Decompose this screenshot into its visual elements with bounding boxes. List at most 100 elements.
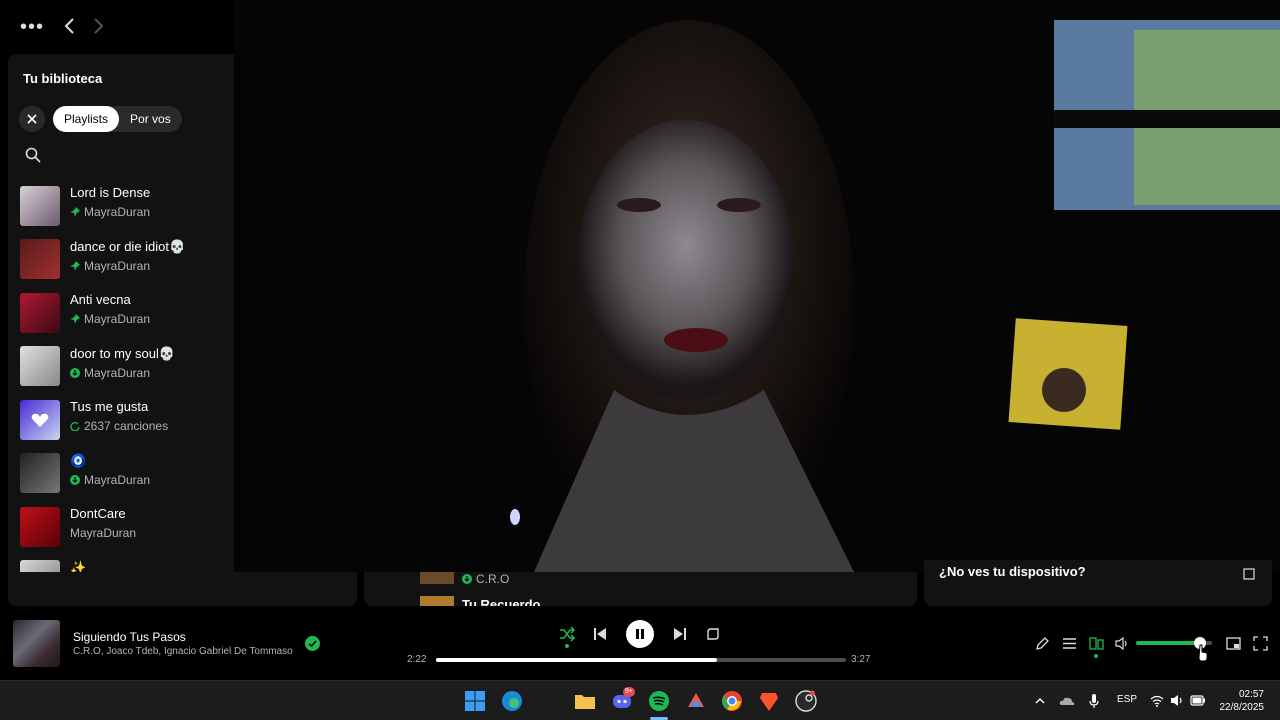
filter-chip-playlists[interactable]: Playlists (53, 106, 120, 132)
library-item-title: Tus me gusta (70, 399, 149, 414)
next-track-icon[interactable] (672, 626, 688, 642)
heart-icon (20, 399, 60, 440)
system-clock[interactable]: 02:57 22/8/2025 (1214, 688, 1265, 714)
library-item-text: DontCare MayraDuran (70, 506, 136, 541)
file-explorer-icon[interactable] (574, 690, 596, 712)
playlist-cover (20, 346, 60, 386)
repeat-icon[interactable] (705, 626, 721, 642)
now-playing-cover[interactable] (13, 620, 60, 667)
windows-taskbar: 9+ ESP 02:57 22/8/2025 (0, 680, 1280, 720)
chrome-icon[interactable] (721, 690, 743, 712)
queue-panel: C.R.O Tu Recuerdo (364, 572, 917, 606)
back-arrow-icon[interactable] (62, 15, 78, 37)
battery-icon[interactable] (1190, 695, 1206, 706)
edit-pencil-icon[interactable] (1035, 636, 1050, 651)
more-options-icon[interactable]: ••• (20, 17, 44, 37)
language-indicator[interactable]: ESP (1117, 694, 1137, 705)
pause-button[interactable] (626, 620, 654, 648)
filter-chip-por-vos[interactable]: Por vos (119, 106, 182, 132)
library-item-subtitle: MayraDuran (70, 525, 136, 541)
windows-start-icon[interactable] (464, 690, 486, 712)
duration-time: 3:27 (851, 654, 871, 665)
playlist-cover (20, 239, 60, 279)
device-missing-text[interactable]: ¿No ves tu dispositivo? (939, 564, 1086, 579)
speaker-icon[interactable] (1170, 694, 1184, 707)
playlist-cover (20, 185, 60, 226)
spotify-icon[interactable] (648, 690, 670, 712)
playlist-cover (20, 292, 60, 333)
sync-icon (70, 422, 80, 431)
library-title: Tu biblioteca (23, 71, 103, 86)
microphone-icon[interactable] (1088, 693, 1100, 709)
queue-icon[interactable] (1062, 636, 1077, 651)
now-playing-title[interactable]: Siguiendo Tus Pasos (73, 630, 186, 644)
saved-check-icon[interactable] (305, 636, 320, 651)
library-item-owner: MayraDuran (84, 205, 151, 219)
library-item-owner: MayraDuran (84, 365, 151, 380)
volume-icon[interactable] (1115, 636, 1130, 651)
download-icon (70, 367, 80, 378)
steam-icon[interactable] (795, 690, 817, 712)
playlist-cover (20, 399, 60, 440)
playback-progress-fill (436, 658, 718, 662)
library-item[interactable]: dance or die idiot💀 MayraDuran (8, 233, 234, 287)
video-canvas (234, 0, 1280, 572)
library-item-subtitle: MayraDuran (70, 258, 185, 274)
clock-date: 22/8/2025 (1219, 702, 1265, 713)
external-link-icon[interactable] (1243, 568, 1255, 580)
library-item[interactable]: DontCare MayraDuran (8, 500, 234, 554)
discord-badge: 9+ (623, 687, 635, 697)
top-nav: ••• (0, 0, 234, 54)
library-panel: Tu biblioteca Playlists Por vos Lord is … (8, 54, 234, 606)
library-list: Lord is Dense MayraDuran dance or die idio… (8, 179, 234, 606)
pin-icon (70, 260, 80, 271)
library-item-owner: MayraDuran (84, 312, 151, 326)
pin-icon (70, 314, 80, 324)
library-item-title: 🧿 (70, 452, 87, 468)
edge-browser-icon[interactable] (501, 690, 523, 712)
library-item-subtitle: MayraDuran (70, 204, 150, 220)
playback-progress-bar[interactable] (436, 658, 846, 662)
volume-fill (1136, 641, 1200, 645)
library-item[interactable]: Lord is Dense MayraDuran (8, 179, 234, 233)
filter-chips: Playlists Por vos (53, 106, 182, 132)
queue-next-title[interactable]: Tu Recuerdo (462, 597, 541, 606)
library-item-owner: MayraDuran (70, 526, 137, 540)
elapsed-time: 2:22 (407, 654, 427, 665)
library-item-text: Tus me gusta 2637 canciones (70, 399, 168, 434)
library-item-subtitle: MayraDuran (70, 472, 150, 488)
library-item[interactable]: 🧿 MayraDuran (8, 447, 234, 501)
now-playing-artists[interactable]: C.R.O, Joaco Tdeb, Ignacio Gabriel De To… (73, 646, 293, 657)
library-item-text: Anti vecna MayraDuran (70, 292, 150, 327)
connect-device-icon[interactable] (1089, 636, 1104, 651)
app-icon-red[interactable] (685, 690, 707, 712)
library-item[interactable]: Tus me gusta 2637 canciones (8, 393, 234, 447)
library-item[interactable]: Anti vecna MayraDuran (8, 286, 234, 340)
download-icon (462, 574, 472, 584)
connect-active-dot (1094, 654, 1098, 658)
chevron-up-icon[interactable] (1034, 695, 1046, 707)
forward-arrow-icon[interactable] (90, 15, 106, 37)
library-item-title: door to my soul💀 (70, 345, 176, 361)
previous-track-icon[interactable] (592, 626, 608, 642)
player-bar: Siguiendo Tus Pasos C.R.O, Joaco Tdeb, I… (0, 606, 1280, 680)
fullscreen-icon[interactable] (1253, 636, 1268, 651)
pin-icon (70, 207, 80, 217)
library-item-subtitle: MayraDuran (70, 311, 150, 327)
onedrive-icon[interactable] (1059, 694, 1075, 708)
queue-artist-line: C.R.O (462, 572, 509, 586)
library-panel-bottom (8, 572, 357, 606)
shuffle-icon[interactable] (558, 625, 576, 643)
device-panel: ¿No ves tu dispositivo? (924, 560, 1272, 606)
library-item-title: dance or die idiot💀 (70, 238, 186, 254)
library-item[interactable]: door to my soul💀 MayraDuran (8, 340, 234, 394)
queue-thumb (420, 572, 454, 584)
library-item-text: dance or die idiot💀 MayraDuran (70, 239, 185, 274)
miniplayer-icon[interactable] (1226, 636, 1241, 651)
clear-filter-button[interactable] (19, 106, 45, 132)
download-icon (70, 474, 80, 485)
wifi-icon[interactable] (1150, 694, 1164, 707)
brave-icon[interactable] (758, 690, 780, 712)
library-item-title: Anti vecna (70, 292, 131, 307)
search-icon[interactable] (24, 146, 42, 164)
